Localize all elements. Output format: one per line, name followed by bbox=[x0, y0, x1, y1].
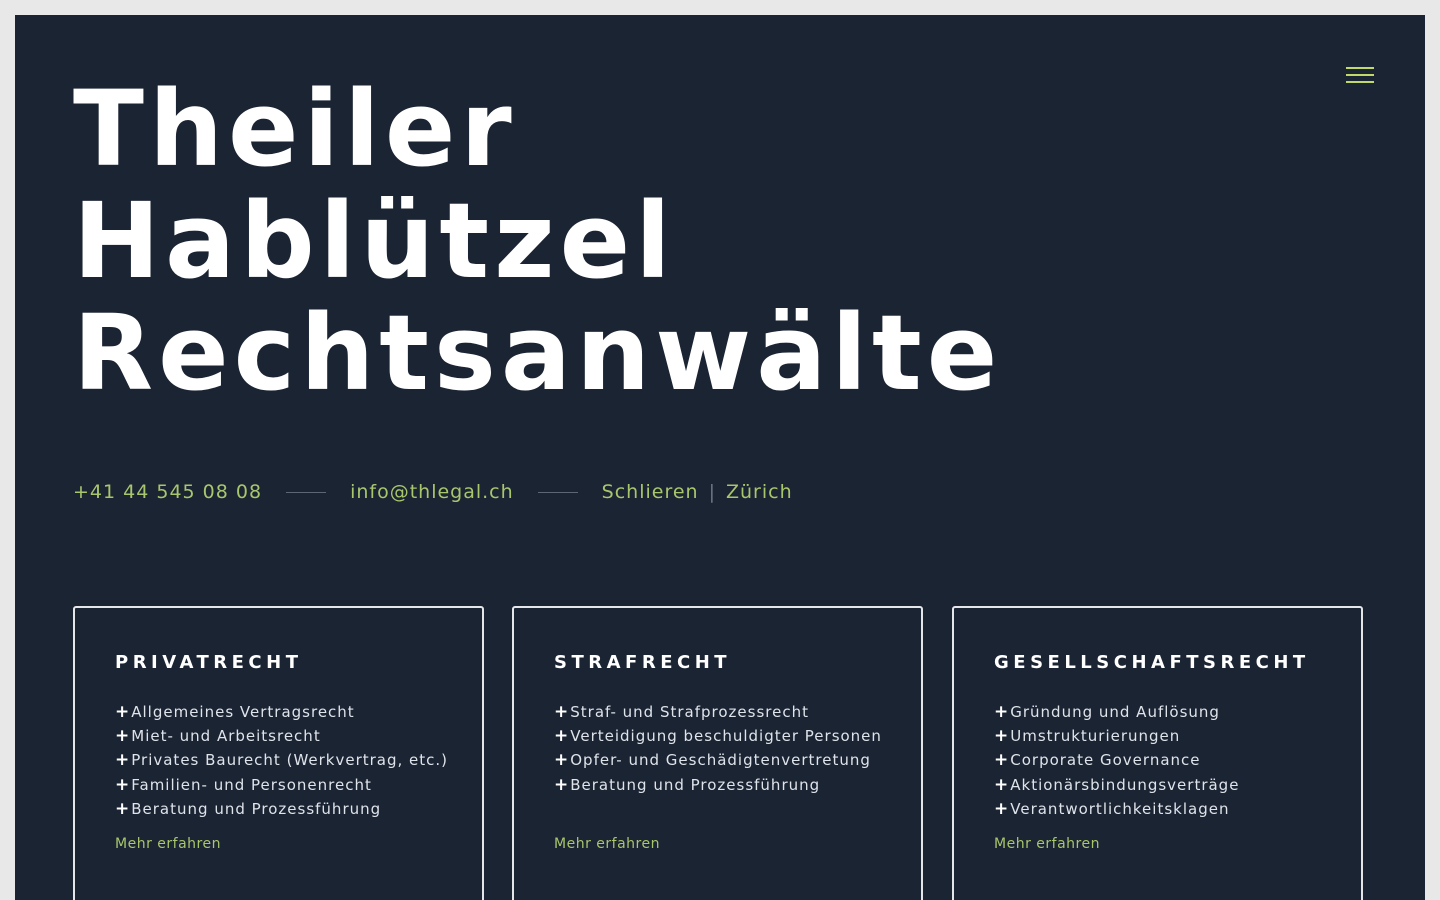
plus-icon: + bbox=[994, 702, 1010, 722]
card-list: +Gründung und Auflösung +Umstrukturierun… bbox=[994, 700, 1239, 821]
menu-line bbox=[1346, 81, 1374, 83]
plus-icon: + bbox=[994, 750, 1010, 771]
title-line-3: Rechtsanwälte bbox=[73, 292, 1003, 414]
practice-card-strafrecht: STRAFRECHT +Straf- und Strafprozessrecht… bbox=[512, 606, 923, 900]
divider-line bbox=[537, 491, 578, 493]
list-item: +Familien- und Personenrecht bbox=[115, 774, 372, 795]
menu-line bbox=[1346, 67, 1374, 69]
practice-card-privatrecht: PRIVATRECHT +Allgemeines Vertragsrecht +… bbox=[73, 606, 484, 900]
card-list: +Straf- und Strafprozessrecht +Verteidig… bbox=[554, 700, 882, 797]
more-link[interactable]: Mehr erfahren bbox=[554, 836, 660, 852]
list-item: +Aktionärsbindungsverträge bbox=[994, 774, 1240, 795]
plus-icon: + bbox=[994, 726, 1010, 747]
card-title: GESELLSCHAFTSRECHT bbox=[994, 652, 1310, 673]
plus-icon: + bbox=[115, 774, 131, 795]
card-title: STRAFRECHT bbox=[554, 652, 732, 673]
divider-line bbox=[286, 491, 327, 493]
menu-line bbox=[1346, 74, 1374, 76]
site-title: Theiler Hablützel Rechtsanwälte bbox=[73, 73, 1002, 409]
list-item: +Gründung und Auflösung bbox=[994, 702, 1220, 722]
plus-icon: + bbox=[554, 702, 570, 722]
list-item: +Beratung und Prozessführung bbox=[554, 774, 821, 795]
title-line-2: Hablützel bbox=[73, 180, 676, 302]
practice-card-gesellschaftsrecht: GESELLSCHAFTSRECHT +Gründung und Auflösu… bbox=[952, 606, 1363, 900]
plus-icon: + bbox=[554, 774, 570, 795]
contact-bar: +41 44 545 08 08 info@thlegal.ch Schlier… bbox=[73, 479, 793, 505]
card-list: +Allgemeines Vertragsrecht +Miet- und Ar… bbox=[115, 700, 448, 821]
email-link[interactable]: info@thlegal.ch bbox=[350, 481, 514, 503]
plus-icon: + bbox=[115, 726, 131, 747]
phone-link[interactable]: +41 44 545 08 08 bbox=[73, 481, 262, 503]
more-link[interactable]: Mehr erfahren bbox=[994, 836, 1100, 852]
location-link-schlieren[interactable]: Schlieren bbox=[602, 481, 699, 503]
list-item: +Umstrukturierungen bbox=[994, 726, 1181, 747]
list-item: +Verantwortlichkeitsklagen bbox=[994, 798, 1230, 819]
list-item: +Beratung und Prozessführung bbox=[115, 798, 382, 819]
plus-icon: + bbox=[115, 702, 131, 722]
list-item: +Allgemeines Vertragsrecht bbox=[115, 702, 355, 722]
title-line-1: Theiler bbox=[73, 68, 517, 190]
more-link[interactable]: Mehr erfahren bbox=[115, 836, 221, 852]
list-item: +Verteidigung beschuldigter Personen bbox=[554, 726, 882, 747]
list-item: +Privates Baurecht (Werkvertrag, etc.) bbox=[115, 750, 449, 771]
plus-icon: + bbox=[554, 750, 570, 771]
plus-icon: + bbox=[115, 798, 131, 819]
hamburger-menu-icon[interactable] bbox=[1346, 66, 1374, 86]
plus-icon: + bbox=[554, 726, 570, 747]
list-item: +Corporate Governance bbox=[994, 750, 1201, 771]
plus-icon: + bbox=[994, 774, 1010, 795]
list-item: +Miet- und Arbeitsrecht bbox=[115, 726, 321, 747]
location-separator: | bbox=[708, 481, 716, 503]
card-title: PRIVATRECHT bbox=[115, 652, 303, 673]
plus-icon: + bbox=[994, 798, 1010, 819]
page-frame: Theiler Hablützel Rechtsanwälte +41 44 5… bbox=[15, 15, 1425, 900]
list-item: +Straf- und Strafprozessrecht bbox=[554, 702, 809, 722]
plus-icon: + bbox=[115, 750, 131, 771]
list-item: +Opfer- und Geschädigtenvertretung bbox=[554, 750, 871, 771]
location-link-zurich[interactable]: Zürich bbox=[726, 481, 793, 503]
